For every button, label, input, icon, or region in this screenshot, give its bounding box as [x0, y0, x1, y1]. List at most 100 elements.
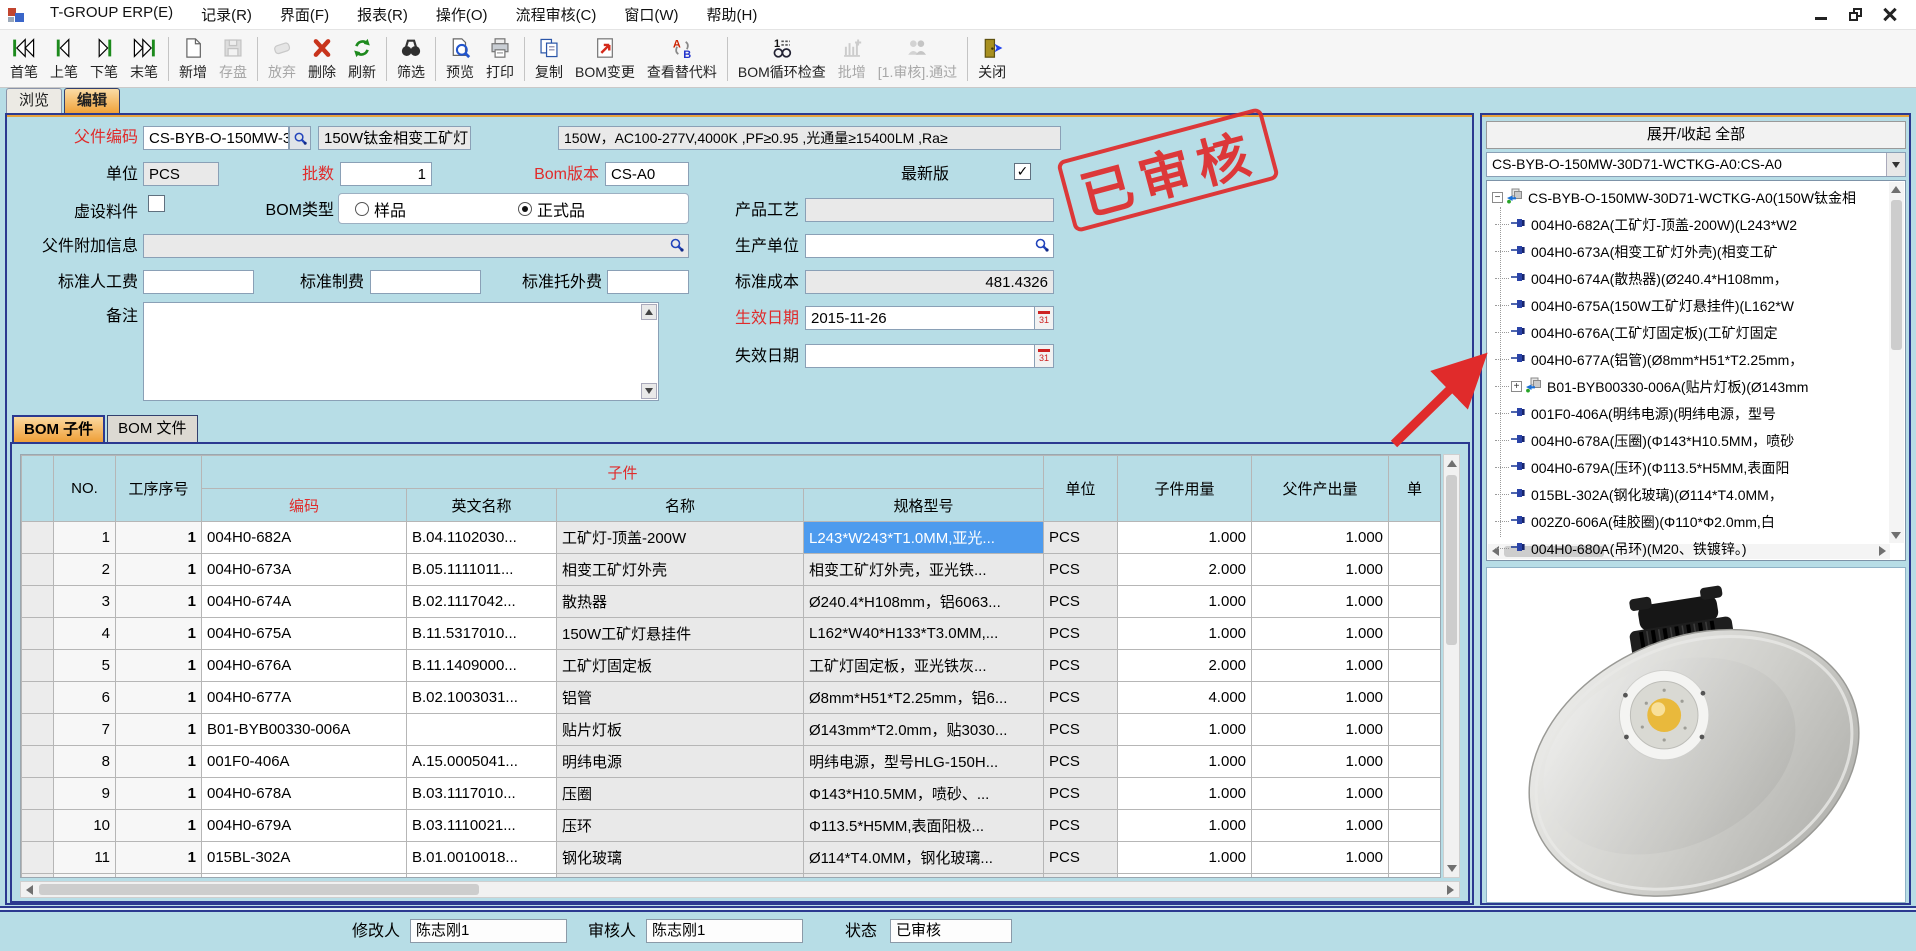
- cell-en-name[interactable]: B.03.1117010...: [407, 778, 557, 810]
- cell-parent-qty[interactable]: 1.000: [1252, 810, 1389, 842]
- production-unit-lookup-button[interactable]: [1034, 237, 1051, 254]
- bom-loop-check-button[interactable]: 1BOM循环检查: [732, 32, 832, 86]
- cell-seq[interactable]: 1: [116, 842, 202, 874]
- cell-en-name[interactable]: B.04.1102030...: [407, 522, 557, 554]
- cell-seq[interactable]: 1: [116, 522, 202, 554]
- cell-partial[interactable]: [1389, 714, 1441, 746]
- cell-unit[interactable]: PCS: [1044, 682, 1118, 714]
- menu-item-7[interactable]: 窗口(W): [610, 0, 692, 29]
- cell-en-name[interactable]: B.11.5317010...: [407, 618, 557, 650]
- restore-button[interactable]: [1838, 3, 1872, 27]
- cell-parent-qty[interactable]: 1.000: [1252, 714, 1389, 746]
- cell-name[interactable]: 相变工矿灯外壳: [557, 554, 804, 586]
- refresh-button[interactable]: 刷新: [342, 32, 382, 86]
- cell-no[interactable]: 8: [54, 746, 116, 778]
- cell-spec[interactable]: Ø8mm*H51*T2.25mm，铝6...: [804, 682, 1044, 714]
- collapse-node-button[interactable]: −: [1492, 192, 1503, 203]
- cell-en-name[interactable]: [407, 714, 557, 746]
- cell-qty[interactable]: 1.000: [1118, 714, 1252, 746]
- cell-code[interactable]: 004H0-673A: [202, 554, 407, 586]
- cell-name[interactable]: 贴片灯板: [557, 714, 804, 746]
- tree-item-3[interactable]: 004H0-673A(相变工矿灯外壳)(相变工矿: [1495, 238, 1885, 265]
- cell-spec[interactable]: L243*W243*T1.0MM,亚光...: [804, 522, 1044, 554]
- cell-unit[interactable]: PCS: [1044, 650, 1118, 682]
- latest-version-checkbox[interactable]: ✓: [1014, 163, 1031, 180]
- cell-no[interactable]: 10: [54, 810, 116, 842]
- tree-item-8[interactable]: +B01-BYB00330-006A(贴片灯板)(Ø143mm: [1495, 373, 1885, 400]
- cell-unit[interactable]: PCS: [1044, 522, 1118, 554]
- tree-item-11[interactable]: 004H0-679A(压环)(Φ113.5*H5MM,表面阳: [1495, 454, 1885, 481]
- copy-button[interactable]: 复制: [529, 32, 569, 86]
- preview-button[interactable]: 预览: [440, 32, 480, 86]
- cell-name[interactable]: 工矿灯-顶盖-200W: [557, 522, 804, 554]
- bom-change-button[interactable]: BOM变更: [569, 32, 641, 86]
- cell-unit[interactable]: PCS: [1044, 746, 1118, 778]
- cell-row-indicator[interactable]: [22, 778, 54, 810]
- menu-item-4[interactable]: 报表(R): [343, 0, 422, 29]
- cell-name[interactable]: 明纬电源: [557, 746, 804, 778]
- cell-qty[interactable]: 1.000: [1118, 586, 1252, 618]
- cell-unit[interactable]: PCS: [1044, 554, 1118, 586]
- tree-item-2[interactable]: 004H0-682A(工矿灯-顶盖-200W)(L243*W2: [1495, 211, 1885, 238]
- cell-unit[interactable]: PCS: [1044, 618, 1118, 650]
- cell-code[interactable]: B01-BYB00330-006A: [202, 714, 407, 746]
- parent-extra-lookup-button[interactable]: [669, 237, 686, 254]
- tree-item-14[interactable]: 004H0-680A(吊环)(M20、铁镀锌。): [1495, 535, 1885, 561]
- cell-qty[interactable]: 2.000: [1118, 874, 1252, 879]
- cell-no[interactable]: 4: [54, 618, 116, 650]
- cell-row-indicator[interactable]: [22, 842, 54, 874]
- cell-code[interactable]: 004H0-676A: [202, 650, 407, 682]
- cell-seq[interactable]: 1: [116, 810, 202, 842]
- cell-row-indicator[interactable]: [22, 618, 54, 650]
- cell-no[interactable]: 11: [54, 842, 116, 874]
- cell-partial[interactable]: [1389, 586, 1441, 618]
- remark-scroll-down-button[interactable]: [641, 383, 657, 399]
- cell-row-indicator[interactable]: [22, 586, 54, 618]
- production-unit-field[interactable]: [805, 234, 1054, 258]
- expire-date-calendar-button[interactable]: 31: [1034, 344, 1054, 368]
- tab-bom-files[interactable]: BOM 文件: [107, 415, 197, 442]
- cell-partial[interactable]: [1389, 682, 1441, 714]
- minimize-button[interactable]: [1804, 3, 1838, 27]
- cell-qty[interactable]: 4.000: [1118, 682, 1252, 714]
- cell-partial[interactable]: [1389, 874, 1441, 879]
- tree-item-12[interactable]: 015BL-302A(钢化玻璃)(Ø114*T4.0MM，: [1495, 481, 1885, 508]
- cell-parent-qty[interactable]: 1.000: [1252, 554, 1389, 586]
- virtual-part-checkbox[interactable]: [148, 195, 165, 212]
- cell-spec[interactable]: Ø143mm*T2.0mm，贴3030...: [804, 714, 1044, 746]
- tab-bom-children[interactable]: BOM 子件: [12, 415, 105, 442]
- tab-edit[interactable]: 编辑: [64, 88, 120, 113]
- bom-version-field[interactable]: CS-A0: [605, 162, 689, 186]
- grid-horizontal-scrollbar[interactable]: [20, 881, 1460, 898]
- cell-partial[interactable]: [1389, 810, 1441, 842]
- cell-parent-qty[interactable]: 1.000: [1252, 874, 1389, 879]
- next-record-button[interactable]: 下笔: [84, 32, 124, 86]
- tab-browse[interactable]: 浏览: [6, 88, 62, 113]
- cell-code[interactable]: 015BL-302A: [202, 842, 407, 874]
- menu-item-1[interactable]: T-GROUP ERP(E): [36, 0, 187, 29]
- cell-en-name[interactable]: B.03.1110021...: [407, 810, 557, 842]
- cell-name[interactable]: 铝管: [557, 682, 804, 714]
- cell-unit[interactable]: PCS: [1044, 874, 1118, 879]
- cell-unit[interactable]: PCS: [1044, 714, 1118, 746]
- tree-item-9[interactable]: 001F0-406A(明纬电源)(明纬电源，型号: [1495, 400, 1885, 427]
- remark-scroll-up-button[interactable]: [641, 304, 657, 320]
- cell-unit[interactable]: PCS: [1044, 586, 1118, 618]
- cell-row-indicator[interactable]: [22, 714, 54, 746]
- cell-qty[interactable]: 1.000: [1118, 842, 1252, 874]
- cell-seq[interactable]: 1: [116, 746, 202, 778]
- tree-item-10[interactable]: 004H0-678A(压圈)(Φ143*H10.5MM，喷砂: [1495, 427, 1885, 454]
- cell-no[interactable]: 6: [54, 682, 116, 714]
- effective-date-calendar-button[interactable]: 31: [1034, 306, 1054, 330]
- last-record-button[interactable]: 末笔: [124, 32, 164, 86]
- effective-date-field[interactable]: 2015-11-26: [805, 306, 1035, 330]
- cell-parent-qty[interactable]: 1.000: [1252, 842, 1389, 874]
- cell-partial[interactable]: [1389, 650, 1441, 682]
- cell-name[interactable]: 钢化玻璃: [557, 842, 804, 874]
- cell-en-name[interactable]: B.02.1003031...: [407, 682, 557, 714]
- cell-qty[interactable]: 1.000: [1118, 778, 1252, 810]
- cell-en-name[interactable]: B.02.1117042...: [407, 586, 557, 618]
- cell-row-indicator[interactable]: [22, 554, 54, 586]
- cell-seq[interactable]: 1: [116, 586, 202, 618]
- print-button[interactable]: 打印: [480, 32, 520, 86]
